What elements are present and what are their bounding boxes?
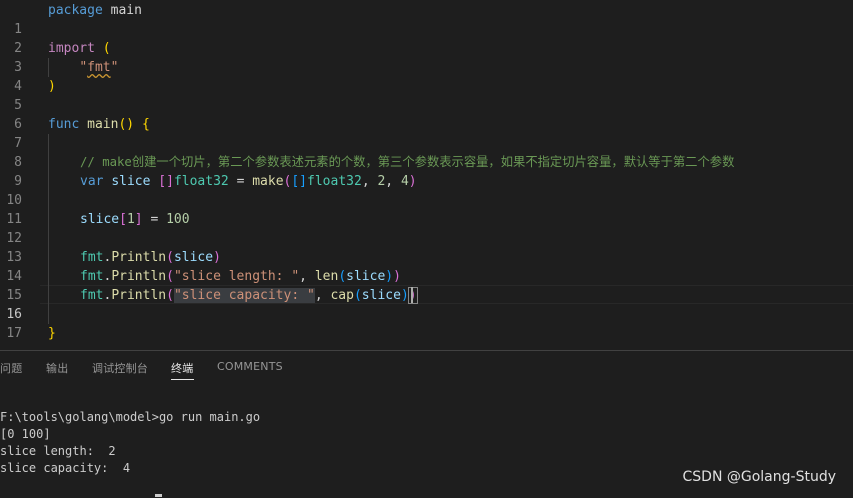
paren-close: ) bbox=[48, 79, 56, 94]
code-editor[interactable]: 1 package main 2 3 import ( 4 "fmt" 5 ) … bbox=[0, 0, 853, 350]
operator-assign: = bbox=[236, 174, 245, 189]
code-line-8: 8 bbox=[0, 134, 853, 170]
code-line-12: 12 slice[1] = 100 bbox=[0, 210, 853, 246]
panel-tabs: 问题 输出 调试控制台 终端 COMMENTS bbox=[0, 351, 853, 387]
keyword-import: import bbox=[48, 41, 95, 56]
index-literal: 1 bbox=[126, 212, 135, 227]
code-line-18: 18 bbox=[0, 343, 853, 350]
tab-output[interactable]: 输出 bbox=[46, 360, 68, 376]
keyword-func: func bbox=[48, 117, 80, 132]
number-literal: 4 bbox=[400, 174, 409, 189]
code-line-3: 3 import ( bbox=[0, 39, 853, 75]
code-line-2: 2 bbox=[0, 20, 853, 56]
type-float32: float32 bbox=[173, 174, 229, 189]
function-println: Println bbox=[111, 269, 167, 284]
variable-slice: slice bbox=[111, 174, 151, 189]
tab-debug-console[interactable]: 调试控制台 bbox=[92, 360, 148, 376]
code-line-10: 10 var slice []float32 = make([]float32,… bbox=[0, 172, 853, 208]
comma: , bbox=[314, 288, 323, 303]
terminal-line: F:\tools\golang\model>go run main.go bbox=[0, 410, 261, 424]
function-len: len bbox=[314, 269, 339, 284]
paren-close: ) bbox=[393, 269, 401, 284]
brackets: [] bbox=[158, 174, 174, 189]
code-line-14: 14 fmt.Println(slice) bbox=[0, 248, 853, 284]
code-line-4: 4 "fmt" bbox=[0, 58, 853, 94]
package-fmt: fmt bbox=[80, 269, 104, 284]
text-cursor bbox=[411, 287, 413, 303]
active-tab-indicator bbox=[171, 379, 194, 380]
function-make: make bbox=[252, 174, 284, 189]
code-line-5: 5 ) bbox=[0, 77, 853, 113]
code-comment: // make创建一个切片，第二个参数表述元素的个数，第三个参数表示容量，如果不… bbox=[80, 155, 735, 169]
paren-open: ( bbox=[166, 250, 174, 265]
brackets: [] bbox=[291, 174, 308, 189]
number-literal: 100 bbox=[166, 212, 190, 227]
import-path-fmt: fmt bbox=[87, 60, 111, 75]
code-line-1: 1 package main bbox=[0, 1, 853, 37]
code-line-closing: } bbox=[0, 324, 853, 343]
string-literal: "slice length: " bbox=[173, 269, 300, 284]
comma: , bbox=[361, 174, 370, 189]
keyword-var: var bbox=[80, 174, 104, 189]
package-fmt: fmt bbox=[80, 250, 104, 265]
variable-slice: slice bbox=[173, 250, 214, 265]
paren-open: ( bbox=[102, 41, 111, 56]
keyword-package: package bbox=[48, 3, 103, 18]
function-name-main: main bbox=[87, 117, 119, 132]
package-name: main bbox=[110, 3, 142, 18]
code-line-17: 17 bbox=[0, 305, 853, 341]
tab-terminal[interactable]: 终端 bbox=[171, 360, 193, 376]
paren-open: ( bbox=[166, 269, 174, 284]
variable-slice: slice bbox=[361, 288, 401, 303]
bracket-close: ] bbox=[134, 212, 143, 227]
tab-comments[interactable]: COMMENTS bbox=[217, 360, 283, 373]
watermark: CSDN @Golang-Study bbox=[682, 469, 836, 485]
paren-close: ) bbox=[400, 288, 409, 303]
quote: " bbox=[79, 60, 88, 75]
code-line-6: 6 bbox=[0, 96, 853, 132]
code-line-15: 15 fmt.Println("slice length: ", len(sli… bbox=[0, 267, 853, 303]
paren-close: ) bbox=[408, 174, 417, 189]
quote: " bbox=[110, 60, 119, 75]
function-println: Println bbox=[111, 250, 167, 265]
brace-open: { bbox=[141, 117, 150, 132]
paren-open: ( bbox=[338, 269, 347, 284]
bracket-open: [ bbox=[119, 212, 127, 227]
terminal-output[interactable]: F:\tools\golang\model>go run main.go [0 … bbox=[0, 409, 853, 477]
terminal-line: [0 100] bbox=[0, 427, 51, 441]
function-cap: cap bbox=[330, 288, 354, 303]
code-line-11: 11 bbox=[0, 191, 853, 227]
brace-close: } bbox=[48, 326, 56, 341]
paren-open: ( bbox=[166, 288, 174, 303]
tab-problems[interactable]: 问题 bbox=[0, 360, 22, 376]
paren-close: ) bbox=[213, 250, 221, 265]
code-line-16: 16 fmt.Println("slice capacity: ", cap(s… bbox=[0, 286, 853, 322]
parens: () bbox=[118, 117, 135, 132]
function-println: Println bbox=[111, 288, 167, 303]
type-float32: float32 bbox=[307, 174, 362, 189]
package-fmt: fmt bbox=[80, 288, 104, 303]
operator-assign: = bbox=[150, 212, 159, 227]
code-line-13: 13 bbox=[0, 229, 853, 265]
comma: , bbox=[385, 174, 394, 189]
variable-slice: slice bbox=[346, 269, 386, 284]
code-line-9: 9 // make创建一个切片，第二个参数表述元素的个数，第三个参数表示容量，如… bbox=[0, 153, 853, 189]
string-literal: "slice capacity: " bbox=[173, 288, 315, 303]
code-line-7: 7 func main() { bbox=[0, 115, 853, 151]
paren-open: ( bbox=[353, 288, 362, 303]
variable-slice: slice bbox=[80, 212, 120, 227]
paren-close: ) bbox=[385, 269, 394, 284]
terminal-line: slice length: 2 bbox=[0, 444, 116, 458]
comma: , bbox=[299, 269, 307, 284]
